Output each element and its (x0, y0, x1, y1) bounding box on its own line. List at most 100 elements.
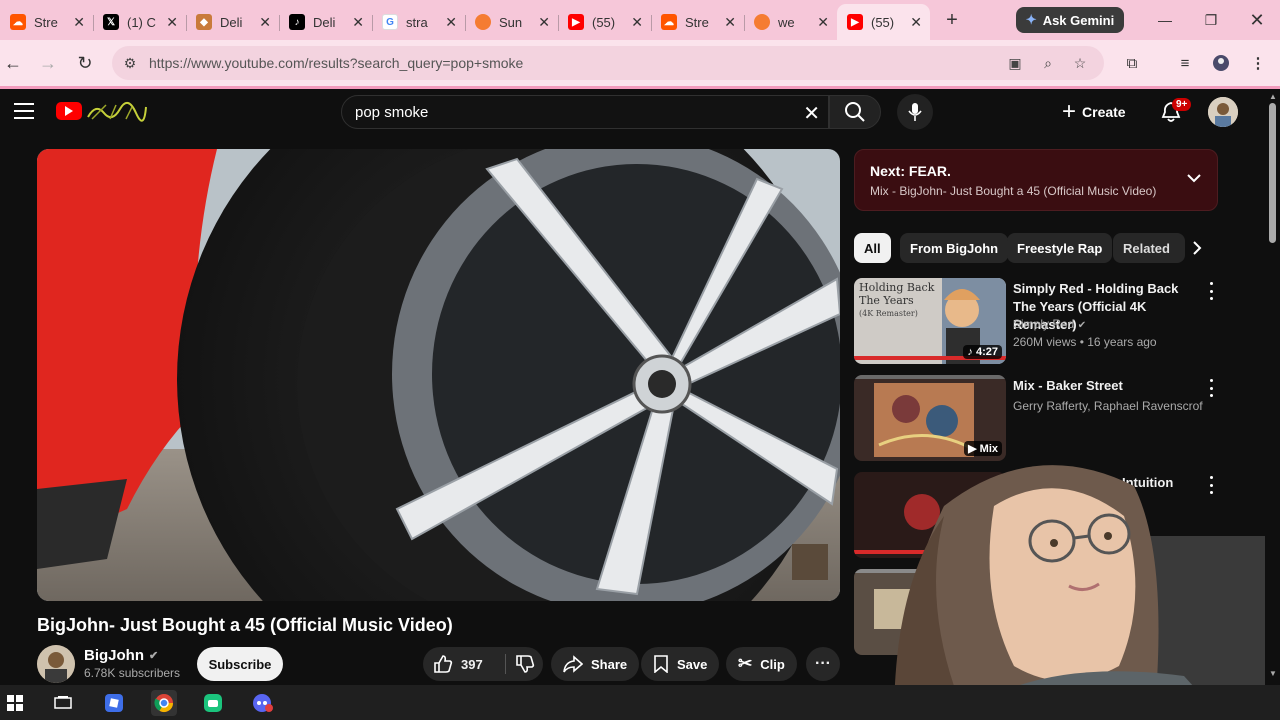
browser-tab[interactable]: ☁ Stre ✕ (0, 6, 93, 38)
next-up-subtitle: Mix - BigJohn- Just Bought a 45 (Officia… (870, 184, 1157, 198)
chip-all[interactable]: All (854, 233, 891, 263)
chip-label: Related (1123, 240, 1170, 256)
video-frame-image (37, 149, 840, 601)
chip-freestyle-rap[interactable]: Freestyle Rap (1007, 233, 1113, 263)
chrome-taskbar-icon[interactable] (151, 690, 177, 716)
browser-tab[interactable]: ♪ Deli ✕ (279, 6, 372, 38)
green-app-icon[interactable] (200, 690, 226, 716)
browser-tab-strip: ☁ Stre ✕ 𝕏 (1) C ✕ ◆ Deli ✕ ♪ Deli ✕ G s… (0, 0, 1280, 40)
like-dislike-group: 397 (423, 647, 543, 681)
profile-icon[interactable] (1209, 51, 1233, 75)
youtube-header: pop smoke ✕ + Create 9+ (0, 89, 1265, 135)
browser-tab[interactable]: ▶ (55) ✕ (558, 6, 651, 38)
new-tab-button[interactable]: + (936, 9, 968, 32)
close-tab-icon[interactable]: ✕ (910, 14, 922, 31)
orange-circle-icon (754, 14, 770, 30)
kebab-menu-icon[interactable] (1206, 379, 1216, 397)
kebab-menu-icon[interactable] (1206, 282, 1216, 300)
youtube-logo-icon[interactable] (56, 102, 82, 120)
ask-gemini-button[interactable]: ✦ Ask Gemini (1016, 7, 1124, 33)
video-player[interactable] (37, 149, 840, 601)
next-up-mix-panel[interactable]: Next: FEAR. Mix - BigJohn- Just Bought a… (854, 149, 1218, 211)
chevron-right-icon[interactable] (1182, 233, 1212, 263)
browser-tab[interactable]: Sun ✕ (465, 6, 558, 38)
browser-tab[interactable]: ◆ Deli ✕ (186, 6, 279, 38)
create-button[interactable]: + Create (1062, 95, 1142, 129)
windows-taskbar (0, 685, 1280, 720)
browser-tab[interactable]: G stra ✕ (372, 6, 465, 38)
zoom-icon[interactable]: ⌕ (1038, 53, 1058, 73)
chevron-down-icon[interactable] (1187, 170, 1201, 188)
tab-title: Deli (313, 14, 336, 30)
reload-icon[interactable]: ↻ (73, 51, 97, 75)
tab-title: stra (406, 14, 428, 30)
voice-search-button[interactable] (897, 94, 933, 130)
chip-label: Freestyle Rap (1017, 240, 1103, 256)
recommendation-thumbnail[interactable]: Holding Back The Years (4K Remaster) ♪ 4… (854, 278, 1006, 364)
task-view-icon[interactable] (50, 690, 76, 716)
scroll-up-icon[interactable]: ▲ (1269, 92, 1277, 101)
browser-tab-active[interactable]: ▶ (55) ✕ (837, 4, 930, 40)
chip-from-bigjohn[interactable]: From BigJohn (900, 233, 1009, 263)
search-input[interactable]: pop smoke ✕ (341, 95, 829, 129)
back-icon[interactable]: ← (1, 51, 25, 75)
close-tab-icon[interactable]: ✕ (73, 14, 85, 31)
browser-tab[interactable]: ☁ Stre ✕ (651, 6, 744, 38)
page-scrollbar[interactable]: ▲ ▼ (1265, 89, 1280, 685)
like-divider (505, 654, 506, 674)
subscribe-button[interactable]: Subscribe (197, 647, 283, 681)
dislike-button[interactable] (515, 654, 535, 679)
clip-button[interactable]: ✂ Clip (726, 647, 797, 681)
like-button[interactable]: 397 (433, 654, 483, 674)
discord-icon[interactable] (250, 690, 276, 716)
close-tab-icon[interactable]: ✕ (538, 14, 550, 31)
close-tab-icon[interactable]: ✕ (817, 14, 829, 31)
youtube-icon: ▶ (568, 14, 584, 30)
media-controls-icon[interactable]: ≡ (1173, 51, 1197, 75)
youtube-doodle-logo[interactable] (86, 99, 148, 123)
site-info-icon[interactable]: ⚙ (120, 53, 140, 73)
share-label: Share (591, 656, 628, 672)
channel-avatar[interactable] (37, 645, 75, 683)
share-button[interactable]: Share (551, 647, 640, 681)
recommendation-item[interactable]: Holding Back The Years (4K Remaster) ♪ 4… (854, 278, 1218, 368)
tab-title: we (778, 14, 795, 30)
scroll-down-icon[interactable]: ▼ (1269, 669, 1277, 678)
more-actions-button[interactable]: ··· (806, 647, 840, 681)
address-bar[interactable]: ⚙ https://www.youtube.com/results?search… (112, 46, 1104, 80)
recommendation-title[interactable]: Mix - Baker Street (1013, 377, 1199, 395)
account-avatar[interactable] (1208, 97, 1238, 127)
forward-icon[interactable]: → (36, 51, 60, 75)
close-tab-icon[interactable]: ✕ (166, 14, 178, 31)
install-app-icon[interactable]: ▣ (1005, 53, 1025, 73)
close-tab-icon[interactable]: ✕ (352, 14, 364, 31)
channel-name[interactable]: BigJohn ✔ (84, 647, 158, 664)
restore-icon[interactable]: ❐ (1188, 0, 1234, 40)
tab-title: (1) C (127, 14, 156, 30)
extensions-icon[interactable]: ⧉ (1120, 51, 1144, 75)
close-tab-icon[interactable]: ✕ (445, 14, 457, 31)
bookmark-star-icon[interactable]: ☆ (1070, 53, 1090, 73)
recommendation-channel[interactable]: Simply Red ✔ (1013, 317, 1203, 331)
clear-search-icon[interactable]: ✕ (803, 101, 820, 126)
close-tab-icon[interactable]: ✕ (259, 14, 271, 31)
scrollbar-thumb[interactable] (1269, 103, 1276, 243)
search-button[interactable] (829, 95, 881, 129)
bookmark-icon (654, 655, 668, 673)
close-tab-icon[interactable]: ✕ (631, 14, 643, 31)
duration-badge: ♪ 4:27 (963, 345, 1002, 359)
browser-tab[interactable]: 𝕏 (1) C ✕ (93, 6, 186, 38)
chip-related[interactable]: Related (1113, 233, 1185, 263)
save-button[interactable]: Save (641, 647, 720, 681)
browser-tab[interactable]: we ✕ (744, 6, 837, 38)
close-window-icon[interactable]: ✕ (1234, 0, 1280, 40)
windows-start-icon[interactable] (2, 690, 28, 716)
menu-icon[interactable] (14, 103, 34, 119)
roblox-icon[interactable] (101, 690, 127, 716)
verified-icon: ✔ (1077, 320, 1087, 331)
plus-icon: + (1062, 98, 1077, 125)
video-title: BigJohn- Just Bought a 45 (Official Musi… (37, 615, 453, 635)
minimize-icon[interactable]: — (1142, 0, 1188, 40)
close-tab-icon[interactable]: ✕ (724, 14, 736, 31)
chrome-menu-icon[interactable]: ⋮ (1246, 51, 1270, 75)
